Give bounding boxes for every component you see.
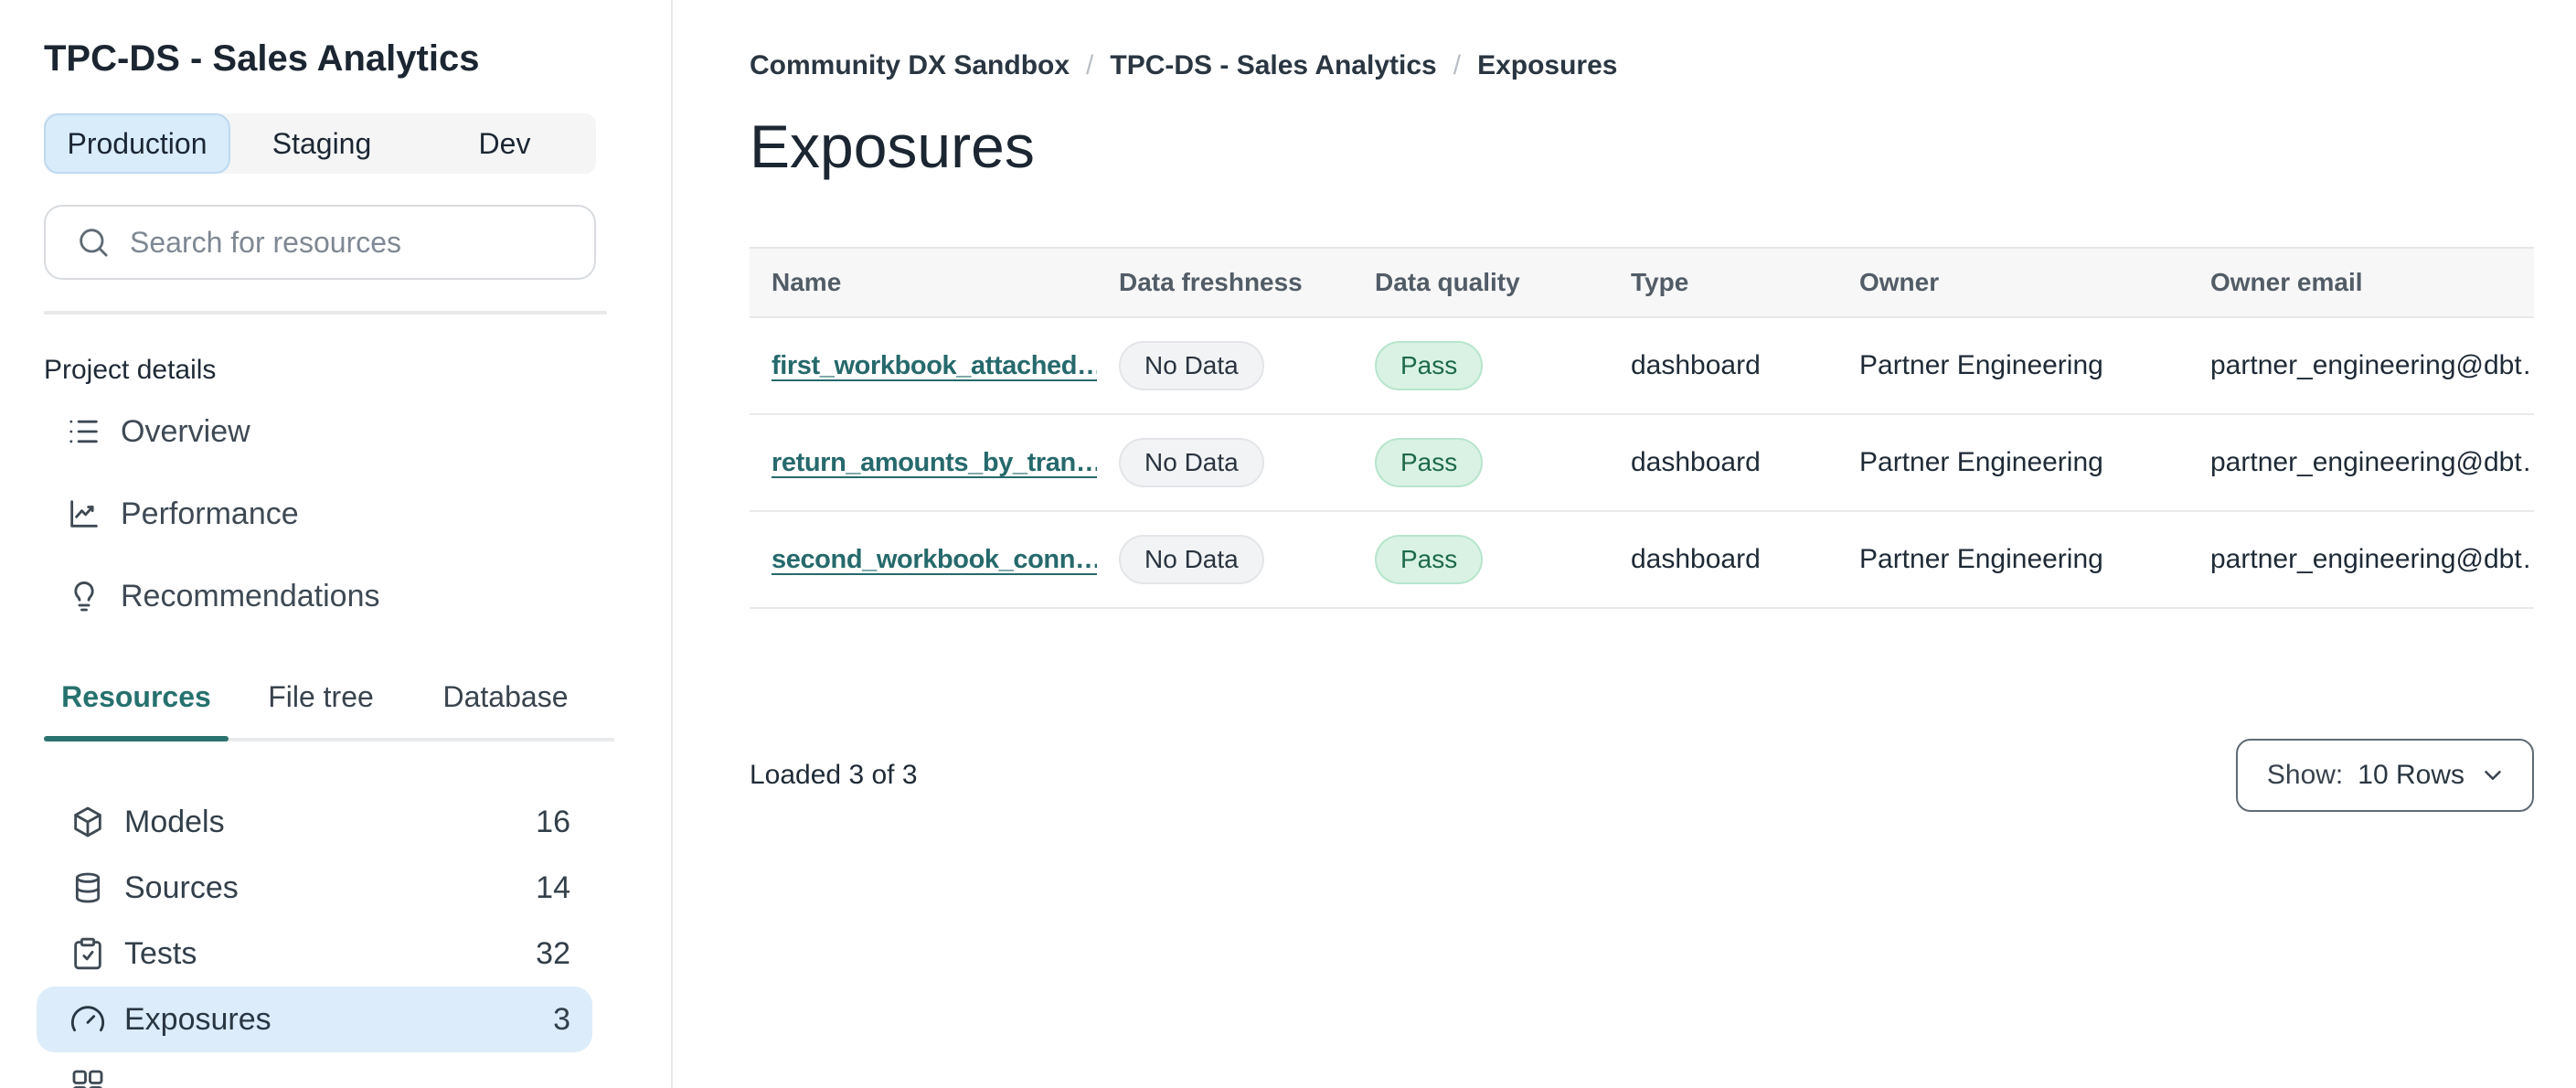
resource-count: 3 (553, 1001, 570, 1037)
quality-badge: Pass (1375, 438, 1484, 487)
breadcrumb-item-current: Exposures (1477, 50, 1618, 80)
quality-badge: Pass (1375, 535, 1484, 584)
column-header-type: Type (1631, 268, 1689, 296)
sidebar: TPC-DS - Sales Analytics Production Stag… (0, 0, 673, 1088)
project-details-label: Project details (44, 355, 217, 385)
box-icon (69, 804, 106, 840)
clipboard-check-icon (69, 935, 106, 972)
database-icon (69, 869, 106, 906)
search-box (44, 205, 596, 280)
sidebar-item-models[interactable]: Models 16 (37, 789, 592, 855)
chevron-down-icon (2479, 762, 2507, 789)
sidebar-divider (44, 311, 607, 315)
exposures-table: Name Data freshness Data quality Type Ow… (750, 247, 2534, 609)
gauge-icon (69, 1001, 106, 1038)
rows-per-page-select[interactable]: Show: 10 Rows (2235, 739, 2534, 812)
sidebar-item-partial[interactable] (37, 1052, 592, 1088)
quality-badge: Pass (1375, 341, 1484, 390)
sidebar-nav: Overview Performance Recommendations (44, 399, 671, 629)
table-row: return_amounts_by_tran… No Data Pass das… (750, 415, 2534, 512)
env-tab-production[interactable]: Production (44, 113, 230, 174)
resource-count: 14 (536, 869, 570, 905)
project-title: TPC-DS - Sales Analytics (44, 38, 480, 79)
resource-label: Models (124, 804, 225, 839)
tab-database[interactable]: Database (413, 680, 598, 741)
owner-email-cell: partner_engineering@dbt… (2210, 544, 2534, 574)
sidebar-item-recommendations[interactable]: Recommendations (44, 563, 671, 629)
sidebar-item-overview[interactable]: Overview (44, 399, 671, 464)
exposure-name-link[interactable]: return_amounts_by_tran… (772, 448, 1097, 477)
table-row: first_workbook_attached… No Data Pass da… (750, 318, 2534, 415)
environment-tabs: Production Staging Dev (44, 113, 596, 174)
breadcrumb-separator: / (1453, 50, 1462, 80)
search-icon (75, 224, 112, 261)
resource-list: Models 16 Sources 14 Tests 32 Exposures … (37, 789, 592, 1088)
page-title: Exposures (750, 112, 1035, 180)
line-chart-icon (66, 496, 102, 532)
tab-file-tree[interactable]: File tree (229, 680, 413, 741)
env-tab-staging[interactable]: Staging (230, 113, 413, 174)
freshness-badge: No Data (1119, 535, 1264, 584)
owner-cell: Partner Engineering (1859, 350, 2103, 380)
resource-count: 32 (536, 935, 570, 971)
type-cell: dashboard (1631, 544, 1761, 574)
breadcrumb: Community DX Sandbox / TPC-DS - Sales An… (750, 48, 2534, 84)
sidebar-item-performance[interactable]: Performance (44, 481, 671, 547)
env-tab-dev[interactable]: Dev (413, 113, 596, 174)
freshness-badge: No Data (1119, 341, 1264, 390)
owner-email-cell: partner_engineering@dbt… (2210, 447, 2534, 477)
sidebar-item-tests[interactable]: Tests 32 (37, 921, 592, 987)
resource-label: Exposures (124, 1001, 271, 1037)
sidebar-item-label: Performance (121, 496, 299, 531)
search-input[interactable] (130, 225, 572, 260)
sidebar-item-exposures[interactable]: Exposures 3 (37, 987, 592, 1052)
resource-count: 16 (536, 804, 570, 839)
sidebar-view-tabs: Resources File tree Database (44, 680, 614, 741)
column-header-freshness: Data freshness (1119, 268, 1303, 296)
resource-label: Tests (124, 935, 197, 971)
grid-icon (69, 1067, 106, 1088)
table-row: second_workbook_conn… No Data Pass dashb… (750, 512, 2534, 609)
active-tab-underline (44, 736, 229, 741)
loaded-status: Loaded 3 of 3 (750, 760, 918, 790)
breadcrumb-separator: / (1086, 50, 1094, 80)
table-header-row: Name Data freshness Data quality Type Ow… (750, 247, 2534, 318)
owner-email-cell: partner_engineering@dbt… (2210, 350, 2534, 380)
column-header-owner-email: Owner email (2210, 268, 2363, 296)
list-icon (66, 413, 102, 450)
sidebar-item-label: Overview (121, 413, 250, 449)
sidebar-item-sources[interactable]: Sources 14 (37, 855, 592, 921)
exposure-name-link[interactable]: second_workbook_conn… (772, 545, 1097, 574)
owner-cell: Partner Engineering (1859, 447, 2103, 477)
type-cell: dashboard (1631, 350, 1761, 380)
owner-cell: Partner Engineering (1859, 544, 2103, 574)
table-footer: Loaded 3 of 3 Show: 10 Rows (750, 739, 2534, 812)
breadcrumb-item-account[interactable]: Community DX Sandbox (750, 50, 1070, 81)
type-cell: dashboard (1631, 447, 1761, 477)
show-label: Show: (2266, 760, 2344, 790)
show-value: 10 Rows (2358, 760, 2464, 790)
resource-label: Sources (124, 869, 239, 905)
exposure-name-link[interactable]: first_workbook_attached… (772, 351, 1097, 380)
column-header-quality: Data quality (1375, 268, 1520, 296)
main-content: Community DX Sandbox / TPC-DS - Sales An… (673, 0, 2576, 1088)
app-root: TPC-DS - Sales Analytics Production Stag… (0, 0, 2576, 1088)
tab-resources[interactable]: Resources (44, 680, 229, 741)
lightbulb-icon (66, 578, 102, 614)
column-header-owner: Owner (1859, 268, 1940, 296)
sidebar-item-label: Recommendations (121, 578, 380, 613)
breadcrumb-item-project[interactable]: TPC-DS - Sales Analytics (1110, 50, 1436, 81)
freshness-badge: No Data (1119, 438, 1264, 487)
column-header-name: Name (772, 268, 842, 296)
